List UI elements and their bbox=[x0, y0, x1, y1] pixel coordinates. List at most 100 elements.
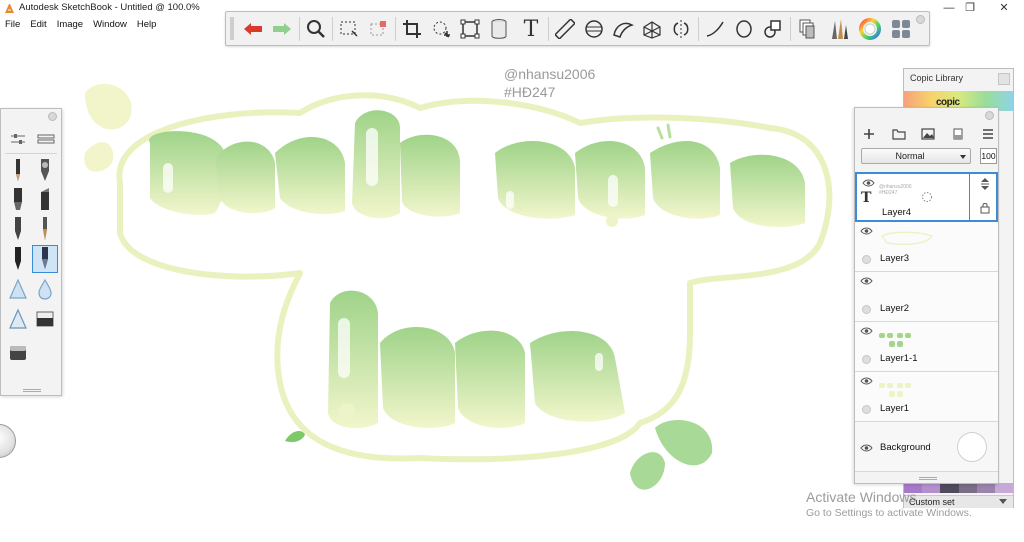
rect-select-icon[interactable] bbox=[336, 16, 362, 42]
layer-select-dot[interactable] bbox=[862, 255, 871, 264]
marker-brush-icon[interactable] bbox=[5, 186, 31, 214]
clear-layer-icon[interactable] bbox=[949, 126, 967, 142]
layer-name: Layer1 bbox=[880, 403, 910, 414]
text-icon[interactable]: T bbox=[518, 16, 544, 42]
layer-row-layer2[interactable]: Layer2 bbox=[855, 272, 998, 322]
brush-library-icon[interactable] bbox=[36, 131, 56, 147]
layer-name: Background bbox=[880, 442, 931, 453]
crop-icon[interactable] bbox=[399, 16, 425, 42]
opacity-field[interactable]: 100 bbox=[980, 148, 997, 164]
eye-icon[interactable] bbox=[860, 277, 873, 285]
ballpoint-pen-brush-icon[interactable] bbox=[32, 245, 58, 273]
menu-help[interactable]: Help bbox=[132, 17, 162, 33]
hard-eraser-icon[interactable] bbox=[5, 339, 31, 367]
airbrush-icon[interactable] bbox=[32, 157, 58, 185]
perspective-icon[interactable] bbox=[639, 16, 665, 42]
symmetry-icon[interactable] bbox=[668, 16, 694, 42]
distort-icon[interactable] bbox=[457, 16, 483, 42]
close-button[interactable]: ✕ bbox=[994, 1, 1014, 15]
zoom-icon[interactable] bbox=[303, 16, 329, 42]
select-transform-icon[interactable] bbox=[365, 16, 391, 42]
brushes-icon[interactable] bbox=[826, 16, 852, 42]
minimize-button[interactable]: — bbox=[939, 1, 959, 15]
brush-palette-close-icon[interactable] bbox=[48, 112, 57, 121]
brush-palette-grip-icon[interactable] bbox=[23, 389, 41, 392]
layer-editor-panel: Normal 100 T @nhansu2006 #HĐ247 Layer4 L… bbox=[854, 107, 999, 484]
watermark-tag: #HĐ247 bbox=[504, 84, 556, 100]
move-layer-icon[interactable] bbox=[979, 178, 991, 190]
triangle-brush-icon[interactable] bbox=[5, 275, 31, 303]
copic-library-icon[interactable] bbox=[794, 16, 820, 42]
brush-palette bbox=[0, 108, 62, 396]
lasso-move-icon[interactable] bbox=[428, 16, 454, 42]
layer-thumbnail-text: @nhansu2006 #HĐ247 bbox=[879, 184, 912, 196]
layer-editor-close-icon[interactable] bbox=[985, 111, 994, 120]
restore-button[interactable]: ❐ bbox=[960, 1, 980, 15]
sketchbook-app-icon bbox=[5, 4, 14, 13]
add-layer-icon[interactable] bbox=[860, 126, 878, 142]
lock-icon[interactable] bbox=[979, 202, 991, 214]
layer-select-dot[interactable] bbox=[862, 355, 871, 364]
layer-thumbnail bbox=[879, 383, 911, 397]
blend-mode-dropdown[interactable]: Normal bbox=[861, 148, 971, 164]
shapes-icon[interactable] bbox=[760, 16, 786, 42]
eye-icon[interactable] bbox=[860, 327, 873, 335]
main-toolbar: T bbox=[225, 11, 930, 46]
layer-thumbnail bbox=[880, 231, 934, 246]
stroke-line-icon[interactable] bbox=[702, 16, 728, 42]
undo-icon[interactable] bbox=[240, 16, 266, 42]
brush-properties-icon[interactable] bbox=[8, 131, 28, 147]
swatches-icon[interactable] bbox=[888, 16, 914, 42]
add-image-icon[interactable] bbox=[919, 126, 937, 142]
layer-row-background[interactable]: Background bbox=[855, 422, 998, 472]
pencil-brush-icon[interactable] bbox=[5, 157, 31, 185]
color-wheel-icon[interactable] bbox=[857, 16, 883, 42]
text-layer-icon: T bbox=[861, 190, 872, 206]
french-curve-icon[interactable] bbox=[610, 16, 636, 42]
inking-brush-icon[interactable] bbox=[32, 215, 58, 243]
chevron-down-icon bbox=[960, 155, 966, 159]
eye-icon[interactable] bbox=[862, 179, 875, 187]
fineliner-brush-icon[interactable] bbox=[5, 245, 31, 273]
window-title: Autodesk SketchBook - Untitled @ 100.0% bbox=[19, 2, 200, 13]
layer-thumbnail bbox=[879, 333, 911, 347]
menu-bar: File Edit Image Window Help bbox=[0, 17, 161, 33]
eye-icon[interactable] bbox=[860, 227, 873, 235]
pen-brush-icon[interactable] bbox=[5, 215, 31, 243]
add-group-icon[interactable] bbox=[890, 126, 908, 142]
layer-name: Layer2 bbox=[880, 303, 910, 314]
menu-file[interactable]: File bbox=[0, 17, 25, 33]
layer-row-layer3[interactable]: Layer3 bbox=[855, 222, 998, 272]
toolbar-close-icon[interactable] bbox=[916, 15, 925, 24]
background-color-swatch[interactable] bbox=[957, 432, 987, 462]
activate-windows-watermark: Activate Windows Go to Settings to activ… bbox=[806, 489, 1006, 519]
menu-edit[interactable]: Edit bbox=[25, 17, 51, 33]
menu-image[interactable]: Image bbox=[52, 17, 88, 33]
layer-row-layer4[interactable]: T @nhansu2006 #HĐ247 Layer4 bbox=[855, 172, 998, 222]
menu-window[interactable]: Window bbox=[88, 17, 132, 33]
app-window: Autodesk SketchBook - Untitled @ 100.0% … bbox=[0, 0, 1024, 542]
chisel-marker-icon[interactable] bbox=[32, 186, 58, 214]
eye-icon[interactable] bbox=[860, 377, 873, 385]
copic-library-title: Copic Library bbox=[910, 73, 964, 83]
smudge-brush-icon[interactable] bbox=[5, 305, 31, 333]
loading-spinner-icon bbox=[922, 192, 932, 202]
eraser-brush-icon[interactable] bbox=[32, 305, 58, 333]
ellipse-icon[interactable] bbox=[731, 16, 757, 42]
redo-icon[interactable] bbox=[269, 16, 295, 42]
ellipse-guide-icon[interactable] bbox=[581, 16, 607, 42]
fill-bucket-icon[interactable] bbox=[486, 16, 512, 42]
layer-editor-grip-icon[interactable] bbox=[919, 477, 937, 480]
toolbar-grip-icon[interactable] bbox=[229, 15, 235, 42]
layer-menu-icon[interactable] bbox=[979, 126, 997, 142]
eye-icon[interactable] bbox=[860, 444, 873, 452]
layer-row-layer1-1[interactable]: Layer1-1 bbox=[855, 322, 998, 372]
water-drop-brush-icon[interactable] bbox=[32, 275, 58, 303]
layer-name: Layer4 bbox=[882, 207, 912, 218]
layer-name: Layer1-1 bbox=[880, 353, 918, 364]
copic-close-icon[interactable] bbox=[998, 73, 1010, 85]
layer-row-layer1[interactable]: Layer1 bbox=[855, 372, 998, 422]
layer-select-dot[interactable] bbox=[862, 405, 871, 414]
layer-select-dot[interactable] bbox=[862, 305, 871, 314]
ruler-icon[interactable] bbox=[552, 16, 578, 42]
